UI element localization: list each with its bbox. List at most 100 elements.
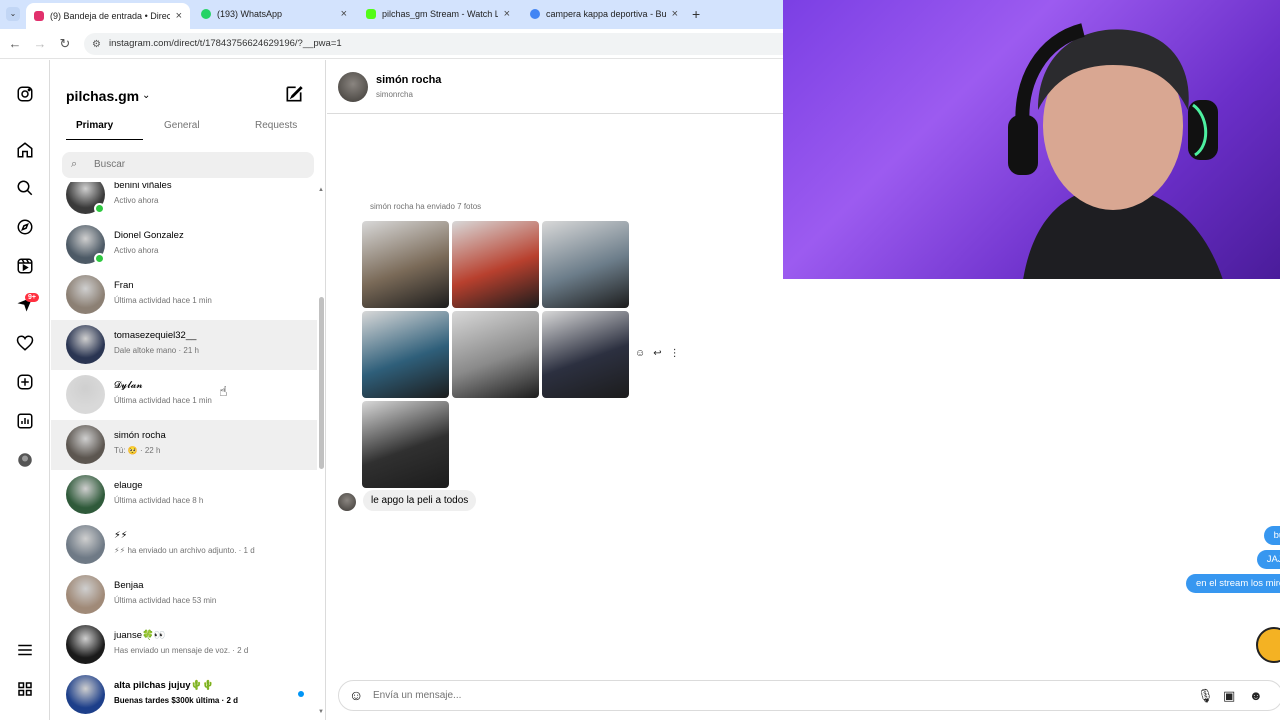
sticker-icon[interactable]: ☻ bbox=[1249, 688, 1263, 703]
shared-photo[interactable] bbox=[362, 401, 449, 488]
site-info-icon[interactable]: ⚙ bbox=[92, 39, 101, 50]
tab-primary[interactable]: Primary bbox=[76, 120, 113, 131]
reply-icon[interactable]: ↩ bbox=[653, 348, 661, 359]
received-message[interactable]: le apgo la peli a todos bbox=[363, 490, 477, 511]
conversation-item[interactable]: simón rocha Tú: 🥺 · 22 h bbox=[51, 420, 317, 470]
close-tab-icon[interactable]: × bbox=[341, 8, 347, 20]
close-tab-icon[interactable]: × bbox=[504, 8, 510, 20]
conversation-preview: Última actividad hace 1 min bbox=[114, 396, 212, 405]
conversation-item[interactable]: alta pilchas jujuy🌵🌵 Buenas tardes $300k … bbox=[51, 670, 317, 720]
conversation-item[interactable]: ⚡⚡ ⚡⚡ ha enviado un archivo adjunto. · 1 … bbox=[51, 520, 317, 570]
profile-icon[interactable] bbox=[15, 450, 35, 470]
tab-title: campera kappa deportiva - Bus bbox=[546, 9, 666, 19]
menu-icon[interactable] bbox=[15, 640, 35, 660]
conversation-preview: Última actividad hace 1 min bbox=[114, 296, 212, 305]
conversation-item[interactable]: benini viñales Activo ahora bbox=[51, 182, 317, 220]
outgoing-message[interactable]: en el stream los miro tod bbox=[1185, 574, 1280, 593]
conversation-name: ⚡⚡ bbox=[114, 530, 128, 541]
outgoing-message[interactable]: bueen bbox=[1263, 526, 1280, 545]
outgoing-message[interactable]: JAJAJA bbox=[1256, 550, 1280, 569]
avatar bbox=[338, 493, 356, 511]
browser-tab-whatsapp[interactable]: (193) WhatsApp × bbox=[193, 3, 355, 25]
microphone-icon[interactable]: 🎙 bbox=[1197, 688, 1214, 704]
shared-photo[interactable] bbox=[542, 311, 629, 398]
emoji-icon[interactable]: ☺ bbox=[349, 687, 363, 703]
conversation-item[interactable]: elauge Última actividad hace 8 h bbox=[51, 470, 317, 520]
conversation-name: Fran bbox=[114, 280, 134, 291]
more-icon[interactable]: ⋮ bbox=[670, 348, 680, 359]
chevron-down-icon[interactable]: ⌄ bbox=[142, 90, 150, 101]
online-indicator bbox=[94, 203, 105, 214]
shared-photo[interactable] bbox=[362, 221, 449, 308]
conversation-name: 𝓓𝔂𝓵𝓪𝓷 bbox=[114, 380, 143, 391]
conversation-name: tomasezequiel32__ bbox=[114, 330, 197, 341]
image-icon[interactable]: ▣ bbox=[1223, 688, 1235, 704]
photo-grid bbox=[362, 221, 629, 488]
conversation-item[interactable]: 𝓓𝔂𝓵𝓪𝓷 Última actividad hace 1 min bbox=[51, 370, 317, 420]
apps-icon[interactable] bbox=[15, 679, 35, 699]
close-tab-icon[interactable]: × bbox=[176, 10, 182, 22]
tab-requests[interactable]: Requests bbox=[255, 120, 297, 131]
whatsapp-favicon-icon bbox=[201, 9, 211, 19]
conversation-item[interactable]: juanse🍀👀 Has enviado un mensaje de voz. ·… bbox=[51, 620, 317, 670]
close-tab-icon[interactable]: × bbox=[672, 8, 678, 20]
tab-title: pilchas_gm Stream - Watch Liv bbox=[382, 9, 498, 19]
avatar bbox=[66, 575, 105, 614]
chat-contact-username: simonrcha bbox=[376, 90, 413, 99]
home-icon[interactable] bbox=[15, 140, 35, 160]
avatar[interactable] bbox=[338, 72, 368, 102]
dashboard-icon[interactable] bbox=[15, 411, 35, 431]
heart-icon[interactable] bbox=[15, 333, 35, 353]
conversation-item[interactable]: tomasezequiel32__ Dale altoke mano · 21 h bbox=[51, 320, 317, 370]
browser-tab-instagram[interactable]: (9) Bandeja de entrada • Direct × bbox=[26, 3, 190, 29]
conversation-name: alta pilchas jujuy🌵🌵 bbox=[114, 680, 215, 691]
back-icon[interactable]: ← bbox=[7, 36, 23, 51]
conversation-item[interactable]: Dionel Gonzalez Activo ahora bbox=[51, 220, 317, 270]
reload-icon[interactable]: ↻ bbox=[57, 36, 73, 52]
unread-dot bbox=[298, 691, 304, 697]
scrollbar[interactable]: ▲ ▼ bbox=[317, 182, 326, 720]
search-icon: ⌕ bbox=[71, 158, 78, 170]
conversation-preview: Activo ahora bbox=[114, 196, 159, 205]
search-placeholder: Buscar bbox=[94, 159, 126, 170]
conversation-preview: Tú: 🥺 · 22 h bbox=[114, 446, 161, 455]
react-icon[interactable]: ☺ bbox=[635, 348, 645, 359]
avatar bbox=[66, 625, 105, 664]
conversation-preview: Buenas tardes $300k última · 2 d bbox=[114, 696, 239, 705]
conversation-name: juanse🍀👀 bbox=[114, 630, 166, 641]
conversation-item[interactable]: Benjaa Última actividad hace 53 min bbox=[51, 570, 317, 620]
browser-tab-google[interactable]: campera kappa deportiva - Bus × bbox=[522, 3, 686, 25]
tab-general[interactable]: General bbox=[164, 120, 200, 131]
message-composer[interactable]: ☺ Envía un mensaje... 🎙 ▣ ☻ bbox=[338, 680, 1280, 711]
tab-search-chevron-icon[interactable]: ⌄ bbox=[6, 7, 20, 21]
chat-contact-name[interactable]: simón rocha bbox=[376, 74, 441, 86]
scroll-up-icon[interactable]: ▲ bbox=[318, 187, 324, 193]
search-icon[interactable] bbox=[15, 178, 35, 198]
account-name[interactable]: pilchas.gm bbox=[66, 88, 139, 104]
shared-photo[interactable] bbox=[542, 221, 629, 308]
address-bar[interactable]: instagram.com/direct/t/17843756624629196… bbox=[84, 33, 804, 55]
shared-photo[interactable] bbox=[452, 221, 539, 308]
conversation-name: simón rocha bbox=[114, 430, 166, 441]
scroll-down-icon[interactable]: ▼ bbox=[318, 709, 324, 715]
conversation-preview: ⚡⚡ ha enviado un archivo adjunto. · 1 d bbox=[114, 546, 255, 555]
kick-favicon-icon bbox=[366, 9, 376, 19]
create-icon[interactable] bbox=[15, 372, 35, 392]
browser-tab-kick[interactable]: pilchas_gm Stream - Watch Liv × bbox=[358, 3, 518, 25]
shared-photo[interactable] bbox=[362, 311, 449, 398]
search-input[interactable]: ⌕ Buscar bbox=[62, 152, 314, 178]
conversation-item[interactable]: Fran Última actividad hace 1 min bbox=[51, 270, 317, 320]
emoji-sticker[interactable] bbox=[1256, 627, 1280, 663]
scrollbar-thumb[interactable] bbox=[319, 297, 324, 469]
message-input[interactable]: Envía un mensaje... bbox=[373, 690, 461, 701]
avatar bbox=[66, 475, 105, 514]
compose-icon[interactable] bbox=[284, 84, 304, 104]
new-tab-icon[interactable]: + bbox=[692, 6, 700, 22]
instagram-icon[interactable] bbox=[15, 84, 35, 104]
forward-icon[interactable]: → bbox=[32, 36, 48, 51]
icon-rail: 9+ bbox=[0, 60, 50, 720]
reels-icon[interactable] bbox=[15, 256, 35, 276]
explore-icon[interactable] bbox=[15, 217, 35, 237]
conversation-name: Dionel Gonzalez bbox=[114, 230, 184, 241]
shared-photo[interactable] bbox=[452, 311, 539, 398]
